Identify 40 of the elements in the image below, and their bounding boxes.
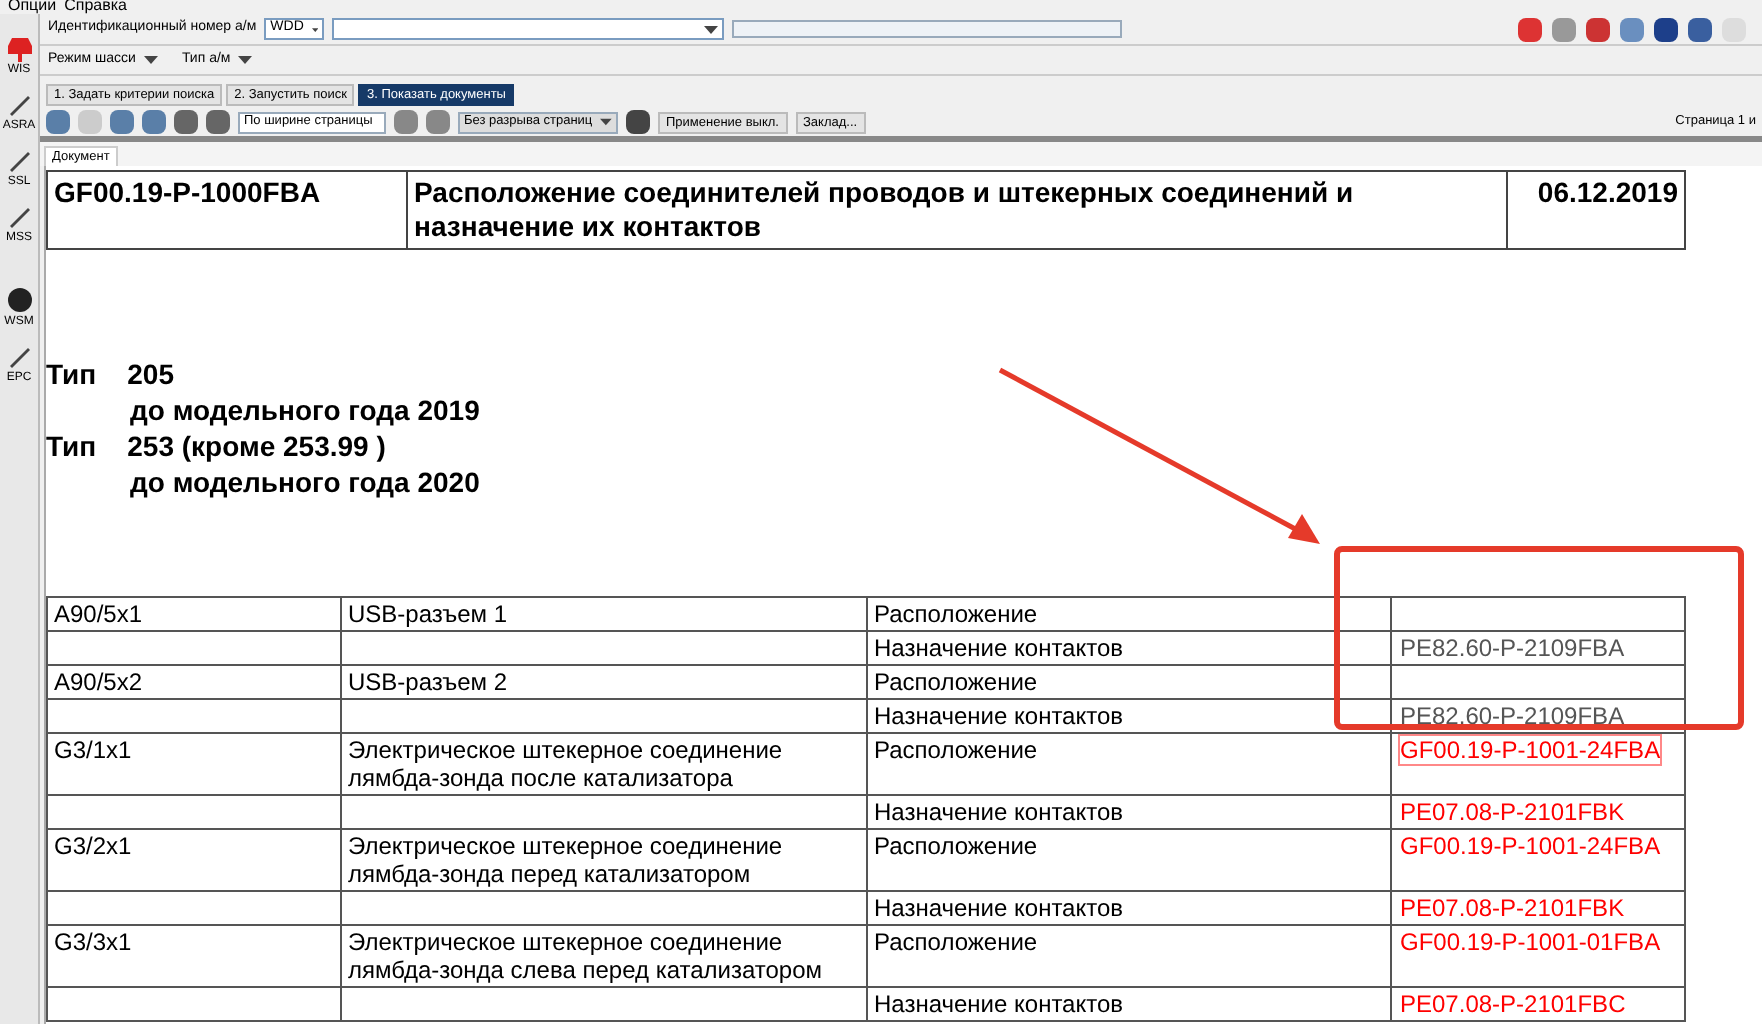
table-cell: Назначение контактов: [867, 891, 1391, 925]
module-icon: [5, 34, 33, 62]
module-icon: [5, 286, 33, 314]
module-icon: [5, 342, 33, 370]
model-year-note: до модельного года 2019: [128, 392, 482, 428]
table-cell: Расположение: [867, 925, 1391, 987]
document-code: GF00.19-P-1000FBA: [48, 172, 408, 248]
document-link[interactable]: GF00.19-P-1001-24FBA: [1398, 734, 1663, 766]
caret-icon: [143, 56, 158, 64]
module-icon: [5, 146, 33, 174]
table-cell: Электрическое штекерное соединение лямбда-зонда перед катализатором: [341, 829, 867, 891]
vin-input-field[interactable]: [332, 18, 725, 40]
table-cell: Расположение: [867, 597, 1391, 631]
document-title: Расположение соединителей проводов и штекерных соединений и назначение их контактов: [408, 172, 1508, 248]
caret-icon: [704, 25, 719, 33]
model-year-note: до модельного года 2020: [128, 464, 482, 500]
table-cell: Назначение контактов: [867, 795, 1391, 829]
module-icon: [5, 202, 33, 230]
table-cell: Электрическое штекерное соединение лямбда-зонда после катализатора: [341, 733, 867, 795]
caret-icon: [600, 118, 612, 126]
model-type: Тип 253 (кроме 253.99 ): [46, 428, 388, 464]
table-cell: G3/2x1: [47, 829, 341, 891]
table-cell: Назначение контактов: [867, 987, 1391, 1021]
table-cell: A90/5x2: [47, 665, 341, 699]
table-cell: Расположение: [867, 829, 1391, 891]
module-icon: [5, 90, 33, 118]
caret-icon: [311, 25, 319, 33]
table-cell: Назначение контактов: [867, 631, 1391, 665]
table-cell: Расположение: [867, 665, 1391, 699]
table-cell: G3/3x1: [47, 925, 341, 987]
model-type: Тип 205: [46, 356, 176, 392]
table-cell: USB-разъем 1: [341, 597, 867, 631]
document-date: 06.12.2019: [1535, 174, 1680, 212]
caret-icon: [238, 56, 253, 64]
table-cell: USB-разъем 2: [341, 665, 867, 699]
table-cell: G3/1x1: [47, 733, 341, 795]
table-cell: Назначение контактов: [867, 699, 1391, 733]
table-cell: Электрическое штекерное соединение лямбда-зонда слева перед катализатором: [341, 925, 867, 987]
table-cell: Расположение: [867, 733, 1391, 795]
table-cell: A90/5x1: [47, 597, 341, 631]
